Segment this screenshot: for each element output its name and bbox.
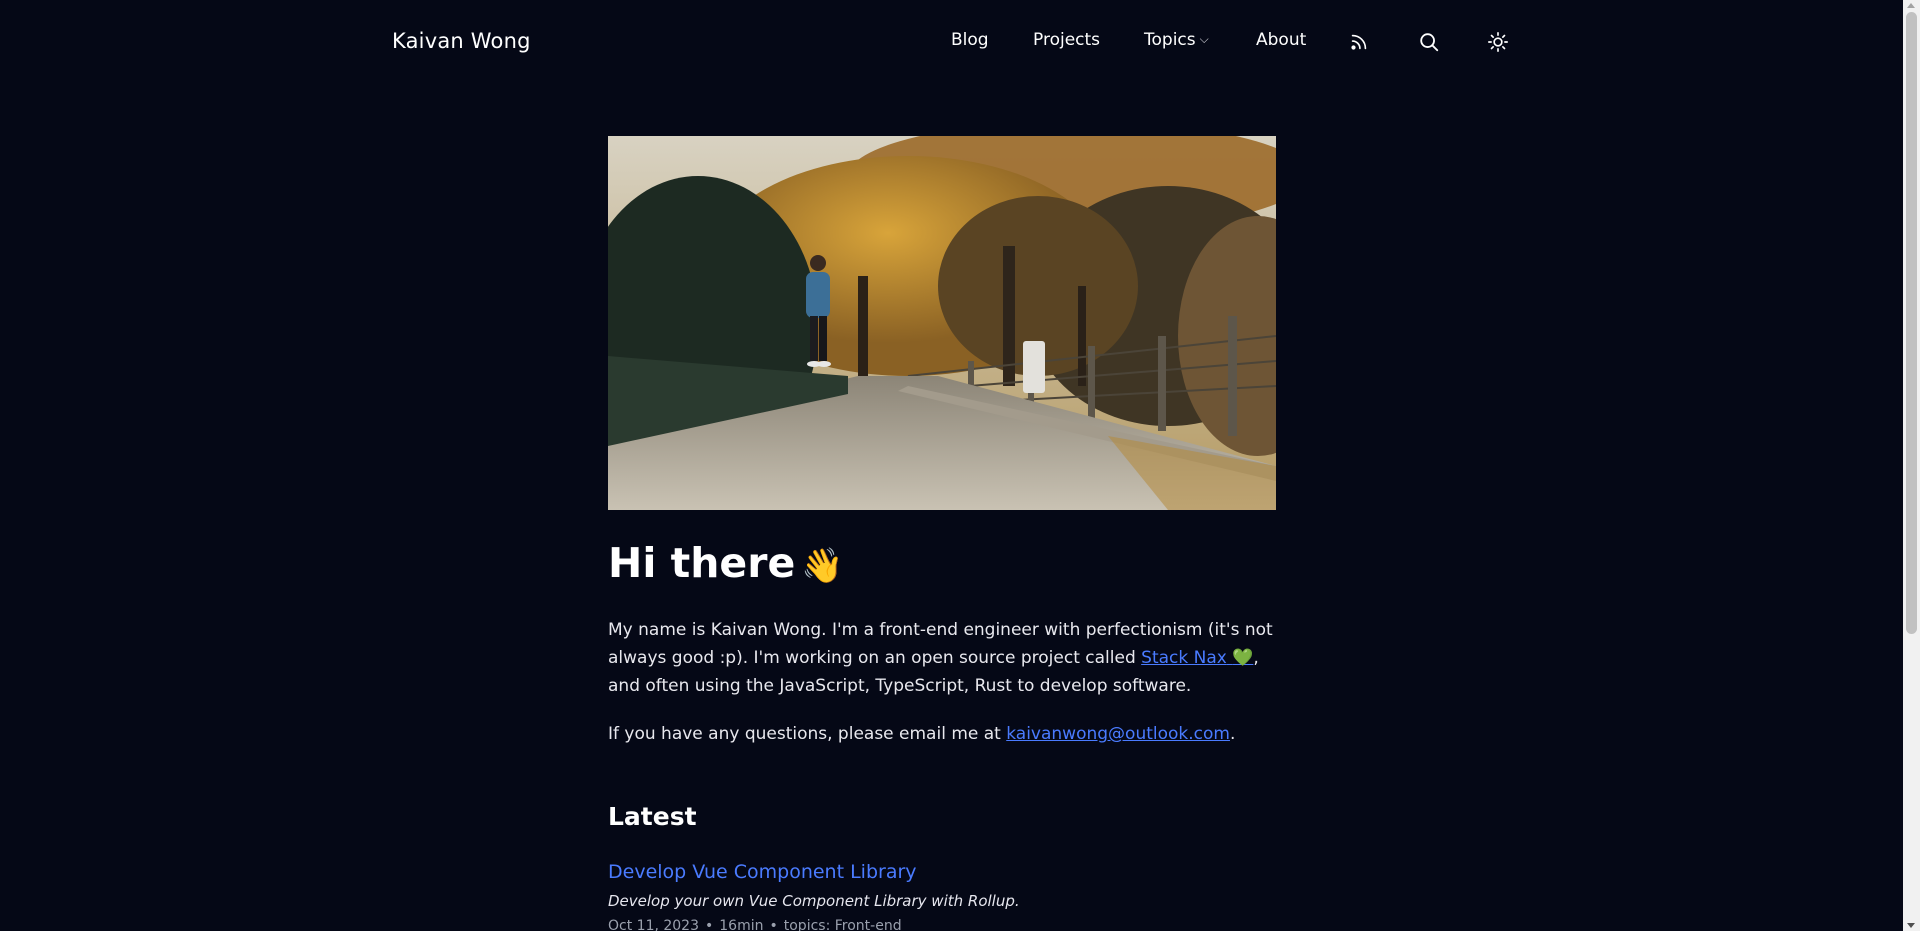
nav-projects[interactable]: Projects: [1033, 30, 1100, 50]
post-date: Oct 11, 2023: [608, 918, 699, 931]
post-read-time: 16min: [719, 918, 764, 931]
contact-text-start: If you have any questions, please email …: [608, 724, 1007, 745]
nav-topics[interactable]: Topics ⌵: [1144, 30, 1209, 50]
nav-blog[interactable]: Blog: [951, 30, 989, 50]
post-topics[interactable]: topics: Front-end: [784, 918, 902, 931]
site-header: Kaivan Wong Blog Projects Topics ⌵ About: [0, 0, 1903, 86]
intro-paragraph: My name is Kaivan Wong. I'm a front-end …: [608, 616, 1276, 700]
hero-image: [608, 136, 1276, 510]
waving-hand-icon: 👋: [801, 546, 844, 586]
meta-separator: •: [705, 918, 714, 931]
scrollbar-thumb[interactable]: [1906, 12, 1917, 634]
page: Kaivan Wong Blog Projects Topics⌵ About: [0, 0, 1920, 931]
post-title-link[interactable]: Develop Vue Component Library: [608, 861, 917, 883]
scroll-up-arrow-icon[interactable]: [1907, 3, 1915, 8]
nav-topics-label: Topics: [1144, 30, 1196, 50]
post-meta: Oct 11, 2023 • 16min • topics: Front-end: [608, 918, 1276, 931]
email-link[interactable]: kaivanwong@outlook.com: [1006, 724, 1230, 744]
chevron-down-icon: ⌵: [1199, 32, 1209, 46]
sun-icon[interactable]: [1487, 31, 1509, 53]
contact-paragraph: If you have any questions, please email …: [608, 720, 1276, 748]
post-item: Develop Vue Component Library Develop yo…: [608, 861, 1276, 931]
site-brand-link[interactable]: Kaivan Wong: [392, 29, 531, 53]
hero-photo: [608, 136, 1276, 510]
main-content: Hi there 👋 My name is Kaivan Wong. I'm a …: [608, 136, 1276, 931]
page-heading: Hi there 👋: [608, 539, 1276, 587]
rss-icon[interactable]: [1348, 31, 1370, 53]
latest-heading: Latest: [608, 802, 697, 832]
vertical-scrollbar[interactable]: [1903, 0, 1920, 931]
nav-about[interactable]: About: [1256, 30, 1306, 50]
stack-nax-label: Stack Nax: [1141, 648, 1227, 669]
scroll-down-arrow-icon[interactable]: [1907, 923, 1915, 928]
green-heart-icon: 💚: [1232, 648, 1254, 669]
search-icon[interactable]: [1418, 31, 1440, 53]
contact-text-end: .: [1229, 724, 1236, 745]
stack-nax-link[interactable]: Stack Nax 💚: [1141, 648, 1253, 668]
meta-separator: •: [769, 918, 778, 931]
heading-text: Hi there: [608, 539, 796, 587]
post-description: Develop your own Vue Component Library w…: [608, 892, 1020, 911]
